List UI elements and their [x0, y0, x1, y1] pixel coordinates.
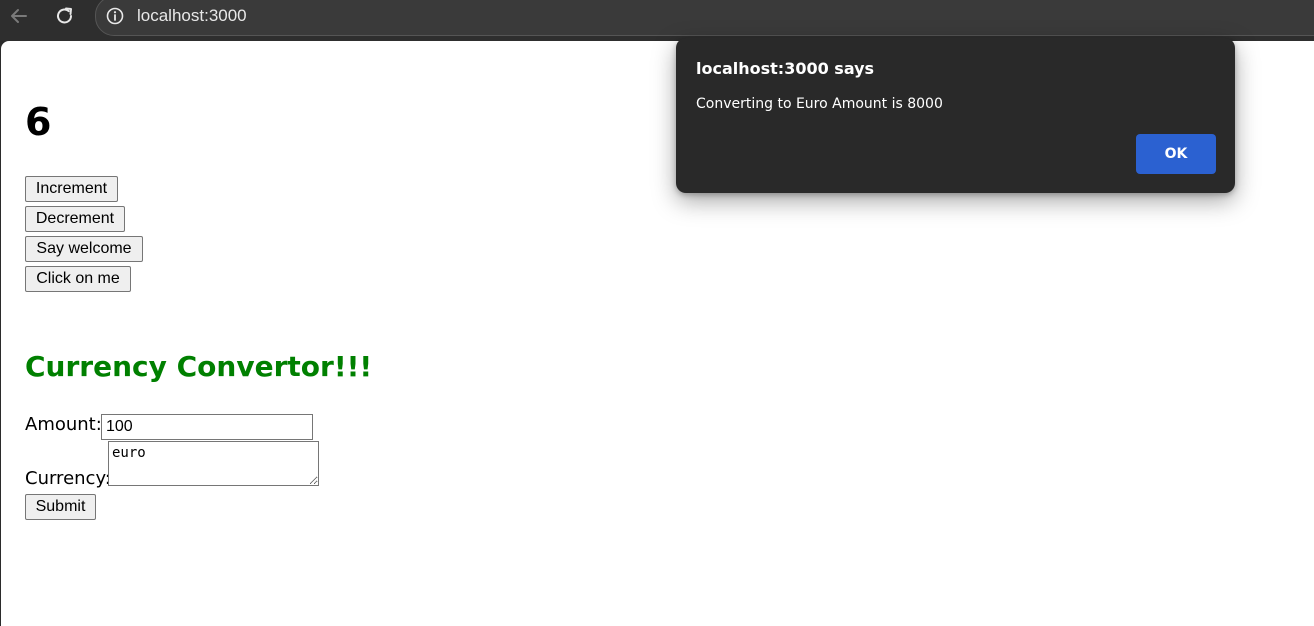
info-icon[interactable]: [106, 7, 124, 25]
browser-toolbar: localhost:3000: [0, 0, 1314, 41]
amount-input[interactable]: [101, 414, 313, 440]
reload-button[interactable]: [49, 4, 81, 28]
currency-convertor-heading: Currency Convertor!!!: [25, 350, 373, 383]
dialog-message: Converting to Euro Amount is 8000: [696, 96, 943, 112]
counter-value: 6: [25, 100, 52, 144]
amount-label: Amount:: [25, 414, 102, 435]
submit-button[interactable]: Submit: [25, 494, 96, 520]
ok-button[interactable]: OK: [1136, 134, 1216, 174]
alert-dialog: localhost:3000 says Converting to Euro A…: [676, 38, 1235, 193]
decrement-button[interactable]: Decrement: [25, 206, 125, 232]
currency-textarea[interactable]: euro: [108, 441, 319, 486]
reload-icon: [57, 7, 72, 24]
say-welcome-button[interactable]: Say welcome: [25, 236, 143, 262]
address-bar[interactable]: [95, 0, 1314, 36]
increment-button[interactable]: Increment: [25, 176, 118, 202]
back-arrow-icon: [11, 9, 27, 23]
click-on-me-button[interactable]: Click on me: [25, 266, 131, 292]
url-text[interactable]: localhost:3000: [137, 5, 247, 27]
back-button[interactable]: [3, 4, 35, 28]
currency-label: Currency:: [25, 468, 111, 489]
dialog-title: localhost:3000 says: [696, 59, 875, 78]
